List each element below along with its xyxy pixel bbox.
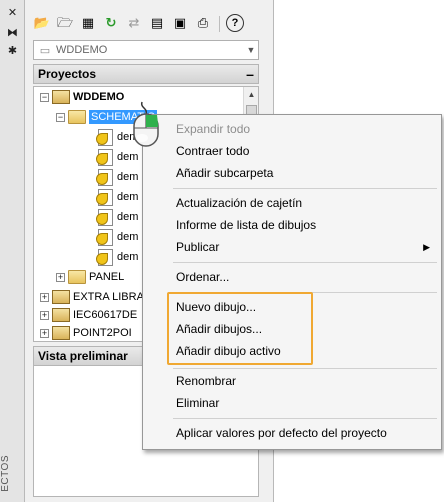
drawing-icon — [96, 229, 114, 246]
close-icon[interactable]: ✕ — [5, 6, 20, 20]
menu-separator — [173, 418, 437, 419]
project-properties-icon[interactable]: ▦ — [79, 14, 97, 32]
tree-row-project[interactable]: − WDDEMO — [40, 87, 124, 107]
menu-item-collapse-all[interactable]: Contraer todo — [144, 140, 440, 162]
menu-item-rename[interactable]: Renombrar — [144, 370, 440, 392]
project-label: POINT2POI — [73, 327, 132, 339]
palette-title: ECTOS — [0, 455, 11, 492]
drawing-label: dem — [117, 211, 139, 223]
menu-item-add-active-drawing[interactable]: Añadir dibujo activo — [144, 340, 440, 362]
drawing-icon — [96, 209, 114, 226]
menu-separator — [173, 368, 437, 369]
collapse-toggle-icon[interactable]: − — [40, 92, 49, 102]
menu-separator — [173, 292, 437, 293]
submenu-arrow-icon: ▶ — [423, 242, 430, 252]
tree-row-drawing[interactable]: dem — [96, 207, 138, 227]
drawing-icon — [96, 129, 114, 146]
menu-item-delete[interactable]: Eliminar — [144, 392, 440, 414]
menu-separator — [173, 188, 437, 189]
projects-header[interactable]: Proyectos – — [33, 64, 259, 84]
drawing-label: dem — [117, 151, 139, 163]
drawing-label: dem — [117, 231, 139, 243]
help-icon[interactable]: ? — [226, 14, 244, 32]
folder-icon — [68, 270, 86, 284]
menu-item-publish[interactable]: Publicar ▶ — [144, 236, 440, 258]
menu-item-apply-project-defaults[interactable]: Aplicar valores por defecto del proyecto — [144, 422, 440, 444]
menu-item-publish-label: Publicar — [176, 240, 220, 254]
tree-row-drawing[interactable]: dem — [96, 187, 138, 207]
project-icon: ▭ — [39, 44, 51, 57]
open-project-icon[interactable]: 📂 — [33, 14, 51, 32]
batch-icon[interactable]: ▤ — [148, 14, 166, 32]
palette-side-strip: ✕ ⧓ ✱ ECTOS — [0, 0, 25, 502]
new-project-icon[interactable]: 🗁 — [56, 14, 74, 32]
projects-title: Proyectos — [38, 67, 97, 81]
folder-label: PANEL — [89, 271, 125, 283]
project-label: EXTRA LIBRA — [73, 291, 144, 303]
tree-row-project[interactable]: + EXTRA LIBRA — [40, 287, 144, 307]
menu-item-new-drawing[interactable]: Nuevo dibujo... — [144, 296, 440, 318]
autohide-icon[interactable]: ⧓ — [5, 26, 20, 40]
project-icon — [52, 90, 70, 104]
expand-toggle-icon[interactable]: + — [40, 328, 49, 338]
tree-row-project[interactable]: + POINT2POI — [40, 323, 132, 341]
menu-item-add-subfolder[interactable]: Añadir subcarpeta — [144, 162, 440, 184]
folder-icon — [68, 110, 86, 124]
tree-row-project[interactable]: + IEC60617DE — [40, 305, 137, 325]
menu-item-expand-all[interactable]: Expandir todo — [144, 118, 440, 140]
expand-toggle-icon[interactable]: + — [40, 310, 49, 320]
toolbar-separator — [219, 16, 220, 32]
drawing-icon — [96, 249, 114, 266]
project-icon — [52, 308, 70, 322]
drawing-label: dem — [117, 191, 139, 203]
mouse-right-click-icon — [133, 101, 159, 147]
context-menu: Expandir todo Contraer todo Añadir subca… — [142, 114, 442, 450]
drawing-icon — [96, 189, 114, 206]
project-icon — [52, 326, 70, 340]
expand-toggle-icon[interactable]: + — [40, 292, 49, 302]
update-icon[interactable]: ⇄ — [125, 14, 143, 32]
menu-item-update-titleblock[interactable]: Actualización de cajetín — [144, 192, 440, 214]
expand-toggle-icon[interactable]: + — [56, 272, 65, 282]
collapse-icon[interactable]: – — [242, 67, 258, 81]
menu-item-add-drawings[interactable]: Añadir dibujos... — [144, 318, 440, 340]
menu-separator — [173, 262, 437, 263]
drawing-icon — [96, 169, 114, 186]
tree-row-drawing[interactable]: dem — [96, 167, 138, 187]
menu-item-sort[interactable]: Ordenar... — [144, 266, 440, 288]
menu-item-drawing-list-report[interactable]: Informe de lista de dibujos — [144, 214, 440, 236]
drawing-label: dem — [117, 251, 139, 263]
drawing-icon — [96, 149, 114, 166]
tree-row-folder-panel[interactable]: + PANEL — [56, 267, 124, 287]
project-select[interactable]: ▭ WDDEMO ▼ — [33, 40, 259, 60]
chevron-down-icon[interactable]: ▼ — [244, 45, 258, 55]
scroll-up-icon[interactable]: ▲ — [244, 87, 258, 102]
tree-row-drawing[interactable]: dem — [96, 227, 138, 247]
properties-icon[interactable]: ✱ — [5, 44, 20, 58]
project-name: WDDEMO — [73, 91, 125, 103]
plot-icon[interactable]: ⎙ — [194, 14, 212, 32]
collapse-toggle-icon[interactable]: − — [56, 112, 65, 122]
reports-icon[interactable]: ▣ — [171, 14, 189, 32]
refresh-icon[interactable]: ↻ — [102, 14, 120, 32]
project-label: IEC60617DE — [73, 309, 138, 321]
drawing-label: dem — [117, 171, 139, 183]
project-icon — [52, 290, 70, 304]
tree-row-drawing[interactable]: dem — [96, 147, 138, 167]
tree-row-drawing[interactable]: dem — [96, 247, 138, 267]
project-select-value: WDDEMO — [56, 44, 108, 56]
